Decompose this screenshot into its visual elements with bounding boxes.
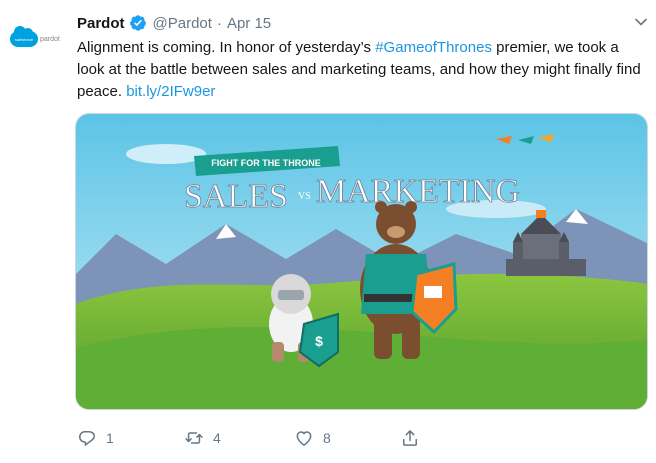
like-count: 8 — [323, 430, 331, 446]
url-link[interactable]: bit.ly/2IFw9er — [126, 83, 215, 100]
tweet-date[interactable]: Apr 15 — [227, 15, 271, 32]
author-handle[interactable]: @Pardot — [153, 15, 212, 32]
verified-badge-icon — [129, 14, 147, 32]
share-button[interactable] — [400, 426, 420, 450]
svg-text:$: $ — [315, 333, 323, 349]
separator-dot: · — [216, 14, 222, 32]
tweet-text: Alignment is coming. In honor of yesterd… — [77, 37, 647, 103]
tweet-header: Pardot @Pardot · Apr 15 — [77, 12, 271, 34]
reply-icon — [79, 431, 95, 446]
author-name[interactable]: Pardot — [77, 15, 125, 32]
like-icon — [296, 431, 312, 446]
chevron-down-icon[interactable] — [633, 14, 649, 30]
reply-button[interactable]: 1 — [77, 426, 114, 450]
avatar[interactable]: salesforce pardot — [10, 26, 62, 50]
share-icon — [403, 430, 417, 446]
retweet-count: 4 — [213, 430, 221, 446]
like-button[interactable]: 8 — [294, 426, 331, 450]
tweet-media-image[interactable]: FIGHT FOR THE THRONE SALES VS MARKETING — [75, 113, 648, 410]
avatar-brand-text: pardot — [40, 35, 60, 43]
image-title: SALES VS MARKETING — [184, 173, 521, 216]
salesforce-cloud-logo: salesforce — [10, 26, 38, 47]
title-vs: VS — [298, 191, 311, 202]
title-marketing: MARKETING — [316, 173, 520, 210]
tweet-text-part: Alignment is coming. In honor of yesterd… — [77, 39, 376, 56]
tweet: salesforce pardot Pardot @Pardot · Apr 1… — [0, 0, 656, 463]
reply-count: 1 — [106, 430, 114, 446]
title-sales: SALES — [184, 178, 288, 215]
banner-text: FIGHT FOR THE THRONE — [211, 158, 321, 168]
hashtag-link[interactable]: #GameofThrones — [375, 39, 492, 56]
tweet-actions: 1 4 8 — [77, 426, 437, 452]
retweet-icon — [185, 432, 203, 444]
retweet-button[interactable]: 4 — [184, 426, 221, 450]
